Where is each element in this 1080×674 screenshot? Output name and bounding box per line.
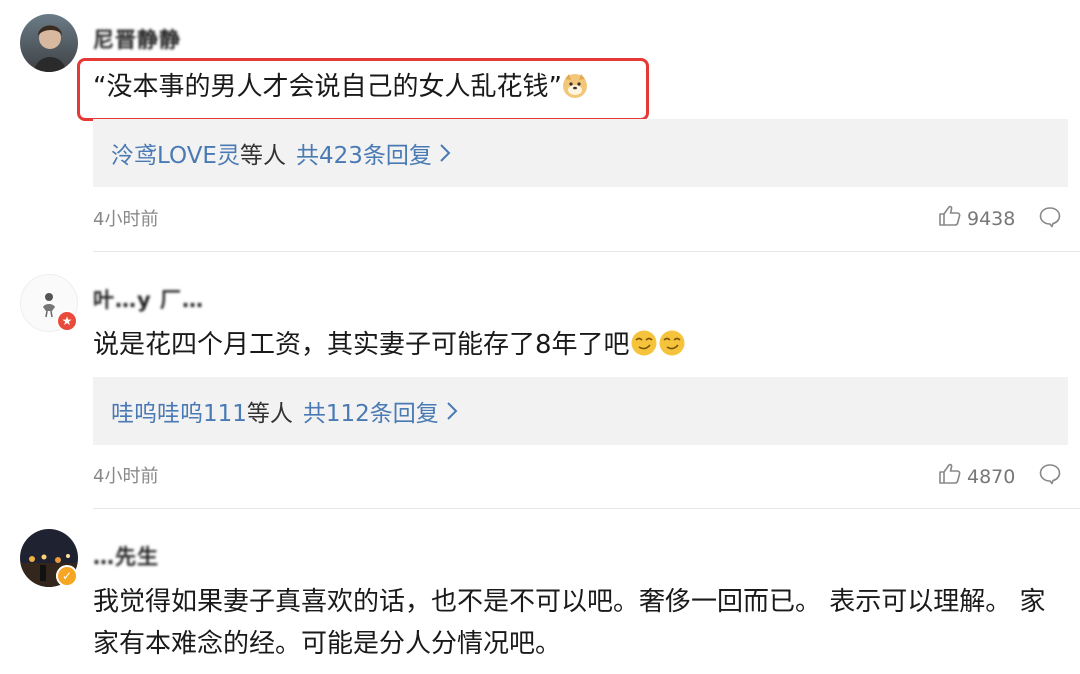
- member-badge-icon: ★: [56, 310, 78, 332]
- comment-2: ★ 叶…y 厂… 说是花四个月工资，其实妻子可能存了8年了吧 哇呜哇呜111 等…: [0, 252, 1080, 509]
- comment-text: 说是花四个月工资，其实妻子可能存了8年了吧: [93, 324, 1060, 370]
- reply-names[interactable]: 哇呜哇呜111: [111, 394, 247, 428]
- chevron-right-icon: [445, 400, 459, 422]
- avatar[interactable]: [20, 14, 78, 72]
- smirk-emoji: [630, 328, 658, 370]
- reply-summary[interactable]: 泠鸢LOVE灵 等人 共423条回复: [93, 119, 1068, 187]
- like-count: 9438: [967, 207, 1016, 230]
- reply-count[interactable]: 共423条回复: [296, 136, 432, 170]
- username[interactable]: 尼晋静静: [93, 24, 181, 54]
- comment-1: 尼晋静静 “没本事的男人才会说自己的女人乱花钱” 泠鸢LOVE灵 等人 共423…: [0, 0, 1080, 252]
- timestamp: 4小时前: [93, 466, 159, 487]
- username[interactable]: 叶…y 厂…: [93, 284, 204, 314]
- reply-suffix: 等人: [246, 401, 293, 427]
- highlight-box: [77, 58, 649, 121]
- reply-bubble-icon[interactable]: [1038, 462, 1062, 486]
- thumbs-up-icon: [938, 204, 962, 233]
- smirk-emoji: [658, 328, 686, 370]
- reply-suffix: 等人: [239, 143, 286, 169]
- reply-count[interactable]: 共112条回复: [303, 394, 439, 428]
- reply-bubble-icon[interactable]: [1038, 205, 1062, 229]
- reply-names[interactable]: 泠鸢LOVE灵: [111, 136, 240, 170]
- verified-badge-icon: ✓: [56, 565, 78, 587]
- timestamp: 4小时前: [93, 209, 159, 230]
- username[interactable]: …先生: [93, 541, 159, 571]
- comment-3: ✓ …先生 我觉得如果妻子真喜欢的话，也不是不可以吧。奢侈一回而已。 表示可以理…: [0, 509, 1080, 674]
- comment-text: 我觉得如果妻子真喜欢的话，也不是不可以吧。奢侈一回而已。 表示可以理解。 家家有…: [93, 587, 1046, 659]
- thumbs-up-icon: [938, 462, 962, 491]
- comment-text-content: 说是花四个月工资，其实妻子可能存了8年了吧: [93, 330, 630, 360]
- like-count: 4870: [967, 465, 1016, 488]
- like-button[interactable]: 9438: [938, 204, 1015, 233]
- like-button[interactable]: 4870: [938, 462, 1015, 491]
- reply-summary[interactable]: 哇呜哇呜111 等人 共112条回复: [93, 377, 1068, 445]
- chevron-right-icon: [438, 142, 452, 164]
